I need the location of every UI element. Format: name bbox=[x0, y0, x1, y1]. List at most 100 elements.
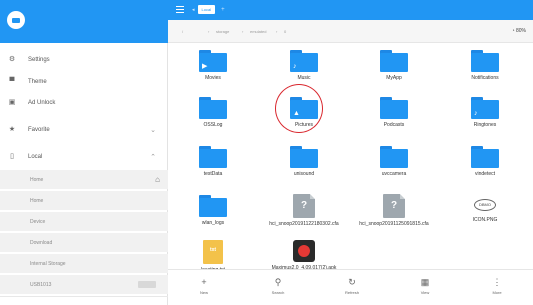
apk-app-icon bbox=[293, 240, 315, 262]
file-name: Ringtones bbox=[473, 122, 497, 128]
eject-icon[interactable] bbox=[138, 281, 156, 288]
file-item[interactable]: MyApp bbox=[364, 50, 424, 81]
breadcrumb-emulated[interactable]: emulated bbox=[250, 29, 266, 34]
tab-local[interactable]: ◂ Local + bbox=[192, 5, 225, 14]
breadcrumb-separator: › bbox=[276, 29, 278, 34]
lock-icon: ▣ bbox=[8, 98, 16, 106]
file-name: OSSLog bbox=[203, 122, 223, 128]
file-name: Movies bbox=[205, 75, 221, 81]
more-button[interactable]: ⋮ More bbox=[477, 276, 517, 295]
app-logo-icon[interactable] bbox=[7, 11, 25, 29]
folder-icon: ♪ bbox=[471, 97, 499, 119]
file-item[interactable]: ? hci_snoop20191125091815.cfa bbox=[356, 194, 432, 227]
folder-icon bbox=[471, 50, 499, 72]
file-name: testData bbox=[203, 171, 223, 177]
file-item[interactable]: uvccamera bbox=[364, 146, 424, 177]
sidebar-item-settings[interactable]: ⚙ Settings bbox=[0, 50, 168, 69]
refresh-button[interactable]: ↻ Refresh bbox=[332, 276, 372, 295]
question-mark-glyph: ? bbox=[390, 200, 398, 211]
file-item[interactable]: unisound bbox=[274, 146, 334, 177]
folder-icon bbox=[199, 195, 227, 217]
toolbar-label: More bbox=[492, 290, 502, 295]
file-name: MyApp bbox=[386, 75, 402, 81]
paint-roller-icon: ▀ bbox=[9, 77, 15, 85]
question-mark-glyph: ? bbox=[300, 200, 308, 211]
pie-chart-icon: ◔ bbox=[511, 28, 515, 34]
sidebar-item-theme[interactable]: ▀ Theme bbox=[0, 72, 168, 91]
sidebar-subitem-label: Home bbox=[30, 197, 44, 204]
sidebar-item-label: Favorite bbox=[28, 126, 50, 133]
gear-icon: ⚙ bbox=[8, 55, 16, 63]
file-item[interactable]: ▶ Movies bbox=[183, 50, 243, 81]
folder-icon bbox=[471, 146, 499, 168]
sidebar-item-label: Local bbox=[28, 153, 43, 160]
sidebar-item-favorite[interactable]: ★ Favorite ⌄ bbox=[0, 120, 168, 139]
star-icon: ★ bbox=[8, 125, 16, 133]
sidebar-subitem-label: Home bbox=[30, 176, 44, 183]
menu-icon[interactable] bbox=[176, 6, 184, 13]
breadcrumb-separator: › bbox=[208, 29, 210, 34]
file-item[interactable]: OSSLog bbox=[183, 97, 243, 128]
file-name: uvccamera bbox=[381, 171, 407, 177]
file-item[interactable]: Notifications bbox=[455, 50, 515, 81]
new-button[interactable]: + New bbox=[184, 276, 224, 295]
storage-label: 80% bbox=[515, 28, 526, 34]
music-note-icon: ♪ bbox=[474, 110, 478, 117]
file-item[interactable]: ♪ Music bbox=[274, 50, 334, 81]
refresh-icon: ↻ bbox=[348, 277, 356, 287]
sidebar-subitem-label: Download bbox=[30, 239, 53, 246]
sidebar-subitem-usb[interactable]: USB1013 bbox=[0, 275, 168, 294]
tab-label: Local bbox=[197, 5, 216, 14]
bottom-toolbar: + New ⚲ Search ↻ Refresh ▦ View ⋮ More bbox=[168, 269, 533, 305]
music-note-icon: ♪ bbox=[293, 63, 297, 70]
file-item[interactable]: ♪ Ringtones bbox=[455, 97, 515, 128]
sidebar-subitem-home-2[interactable]: Home bbox=[0, 191, 168, 210]
highlight-circle bbox=[275, 84, 323, 133]
unknown-file-icon: ? bbox=[383, 194, 405, 218]
breadcrumb-zero[interactable]: 0 bbox=[284, 29, 286, 34]
sidebar-subitem-device[interactable]: Device bbox=[0, 212, 168, 231]
file-name: Music bbox=[297, 75, 311, 81]
chevron-left-icon[interactable]: ◂ bbox=[192, 7, 195, 13]
grid-view-icon: ▦ bbox=[420, 277, 430, 287]
chevron-down-icon[interactable]: ⌄ bbox=[150, 126, 156, 134]
breadcrumb-storage[interactable]: storage bbox=[216, 29, 229, 34]
add-tab-icon[interactable]: + bbox=[221, 7, 225, 13]
image-thumbnail-icon: DBMO bbox=[474, 199, 496, 211]
file-item[interactable]: testData bbox=[183, 146, 243, 177]
folder-icon bbox=[380, 97, 408, 119]
file-name: vindetect bbox=[474, 171, 495, 177]
sidebar-item-label: Ad Unlock bbox=[28, 99, 56, 106]
file-name: Notifications bbox=[471, 75, 499, 81]
top-bar: ◂ Local + bbox=[168, 0, 533, 20]
sidebar-subitem-internal-storage[interactable]: Internal Storage bbox=[0, 254, 168, 273]
folder-icon: ♪ bbox=[290, 50, 318, 72]
plus-icon: + bbox=[201, 277, 207, 287]
search-button[interactable]: ⚲ Search bbox=[258, 276, 298, 295]
chevron-up-icon[interactable]: ⌃ bbox=[150, 153, 156, 161]
toolbar-label: New bbox=[199, 290, 208, 295]
sidebar-subitem-label: Device bbox=[30, 218, 46, 225]
file-name: wlan_logs bbox=[201, 220, 225, 226]
file-item[interactable]: Podcasts bbox=[364, 97, 424, 128]
txt-glyph: txt bbox=[209, 247, 217, 253]
breadcrumb-root[interactable]: / bbox=[182, 29, 183, 34]
sidebar-item-local[interactable]: ▯ Local ⌃ bbox=[0, 147, 168, 166]
toolbar-label: View bbox=[420, 290, 430, 295]
file-item[interactable]: ? hci_snoop20191122180302.cfa bbox=[266, 194, 342, 227]
file-item[interactable]: vindetect bbox=[455, 146, 515, 177]
file-name: Podcasts bbox=[383, 122, 405, 128]
sidebar-subitem-home[interactable]: Home ⌂ bbox=[0, 170, 168, 189]
file-item[interactable]: wlan_logs bbox=[183, 195, 243, 226]
file-item[interactable]: DBMO ICON.PNG bbox=[455, 194, 515, 223]
storage-usage[interactable]: ◔ 80% bbox=[512, 28, 526, 34]
file-name: unisound bbox=[293, 171, 315, 177]
file-name: hci_snoop20191125091815.cfa bbox=[359, 221, 429, 227]
file-item[interactable]: Maximus2.0_4.09.017(2).apk bbox=[266, 240, 342, 271]
sidebar-subitem-download[interactable]: Download bbox=[0, 233, 168, 252]
sidebar-header bbox=[0, 0, 168, 43]
view-button[interactable]: ▦ View bbox=[405, 276, 445, 295]
sidebar-divider bbox=[0, 296, 168, 297]
folder-icon bbox=[199, 97, 227, 119]
sidebar-item-ad-unlock[interactable]: ▣ Ad Unlock bbox=[0, 93, 168, 112]
